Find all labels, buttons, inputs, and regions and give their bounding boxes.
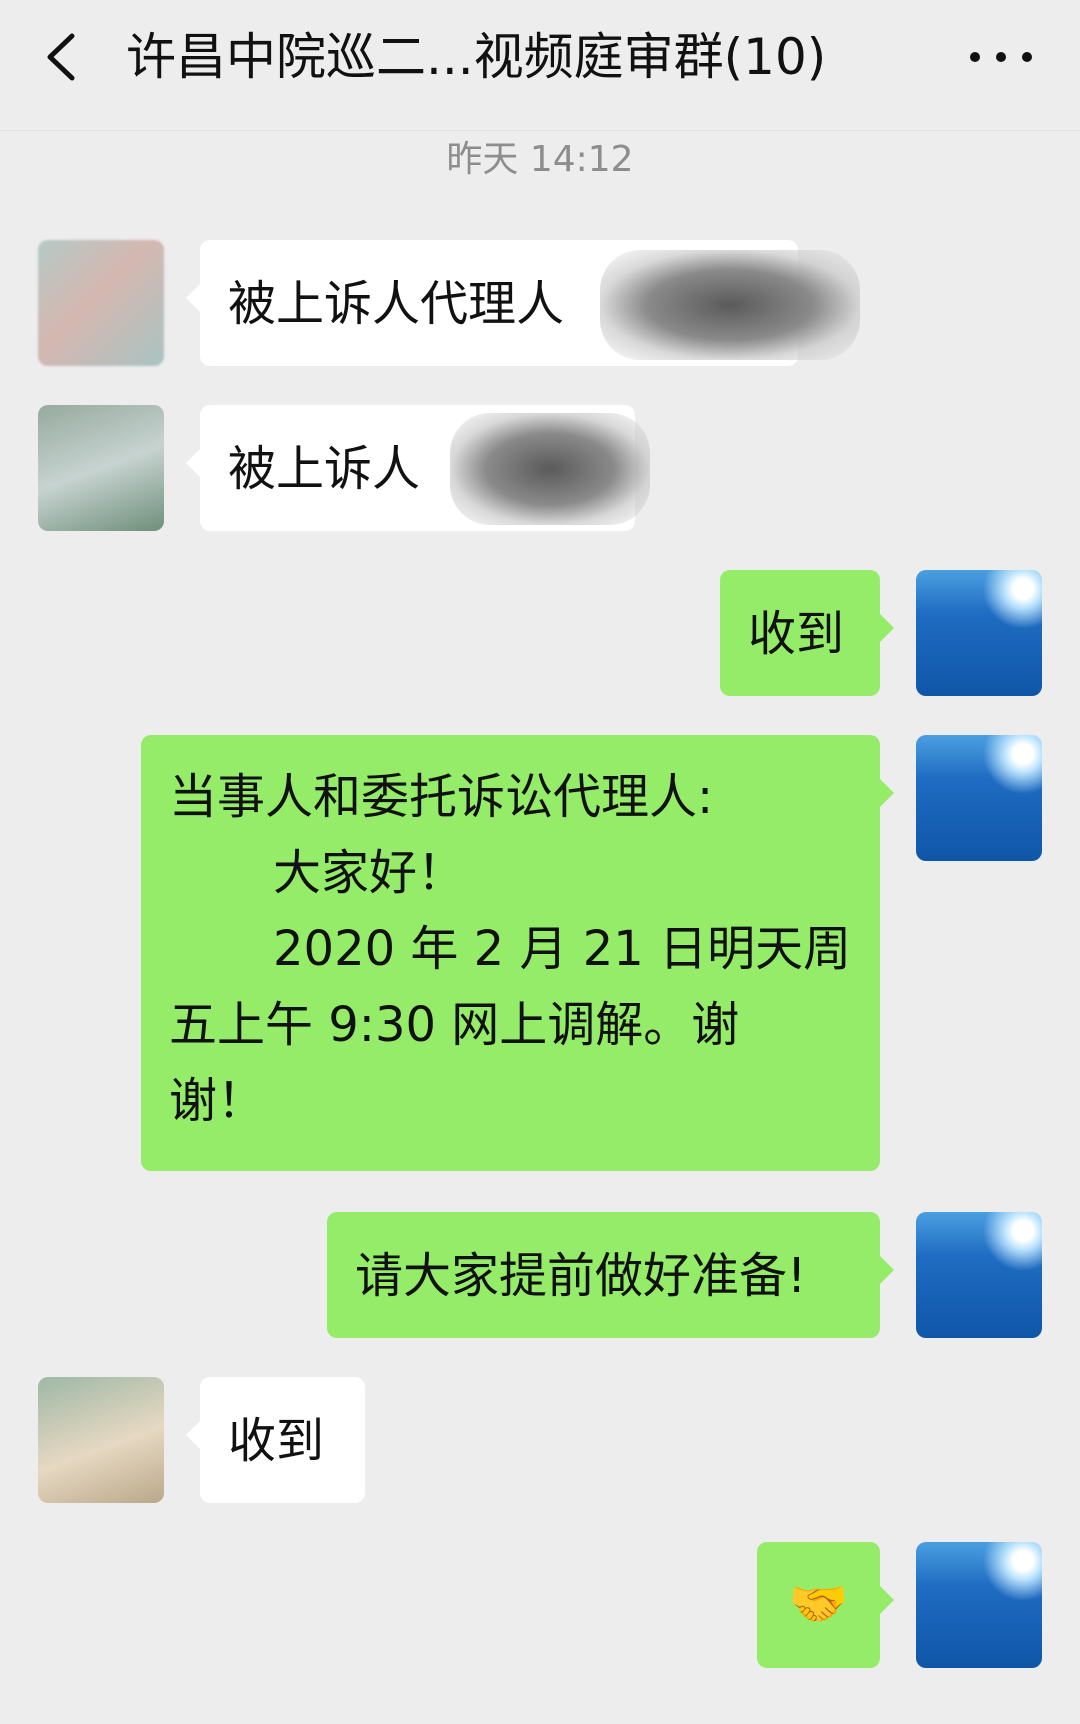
avatar[interactable] [916,735,1042,861]
message-bubble[interactable]: 🤝 [757,1542,894,1668]
more-options-button[interactable] [962,30,1042,80]
message-text-line: 大家好！ [273,845,466,901]
redaction-scribble [600,250,860,360]
avatar[interactable] [916,1542,1042,1668]
message-bubble[interactable]: 被上诉人代理人 [186,240,860,366]
chevron-left-icon [47,33,75,81]
header-divider [0,130,1080,131]
back-button[interactable] [36,22,96,92]
message-timestamp: 昨天 14:12 [446,139,634,180]
message-text-line: 五上午 9:30 网上调解。谢 [169,997,740,1053]
message-bubble[interactable]: 当事人和委托诉讼代理人: 大家好！ 2020 年 2 月 21 日明天周 五上午… [141,735,894,1171]
message-text-line: 当事人和委托诉讼代理人: [169,769,714,825]
message-bubble[interactable]: 收到 [720,570,894,696]
message-bubble[interactable]: 被上诉人 [186,405,650,531]
message-text-line: 2020 年 2 月 21 日明天周 [273,921,852,977]
message-bubble[interactable]: 请大家提前做好准备! [327,1212,894,1338]
chat-header: 许昌中院巡二...视频庭审群(10) [0,0,1080,118]
more-dots-icon [970,52,980,62]
avatar[interactable] [916,1212,1042,1338]
avatar[interactable] [38,1377,164,1503]
message-text: 收到 [748,606,845,662]
chat-title: 许昌中院巡二...视频庭审群(10) [126,28,827,86]
avatar[interactable] [38,405,164,531]
avatar[interactable] [916,570,1042,696]
avatar[interactable] [38,240,164,366]
redaction-scribble [450,413,650,525]
message-text-line: 谢！ [169,1073,266,1129]
message-bubble[interactable]: 收到 [186,1377,365,1503]
message-text: 收到 [228,1413,325,1469]
message-text: 请大家提前做好准备! [355,1248,807,1304]
handshake-icon: 🤝 [788,1576,849,1632]
